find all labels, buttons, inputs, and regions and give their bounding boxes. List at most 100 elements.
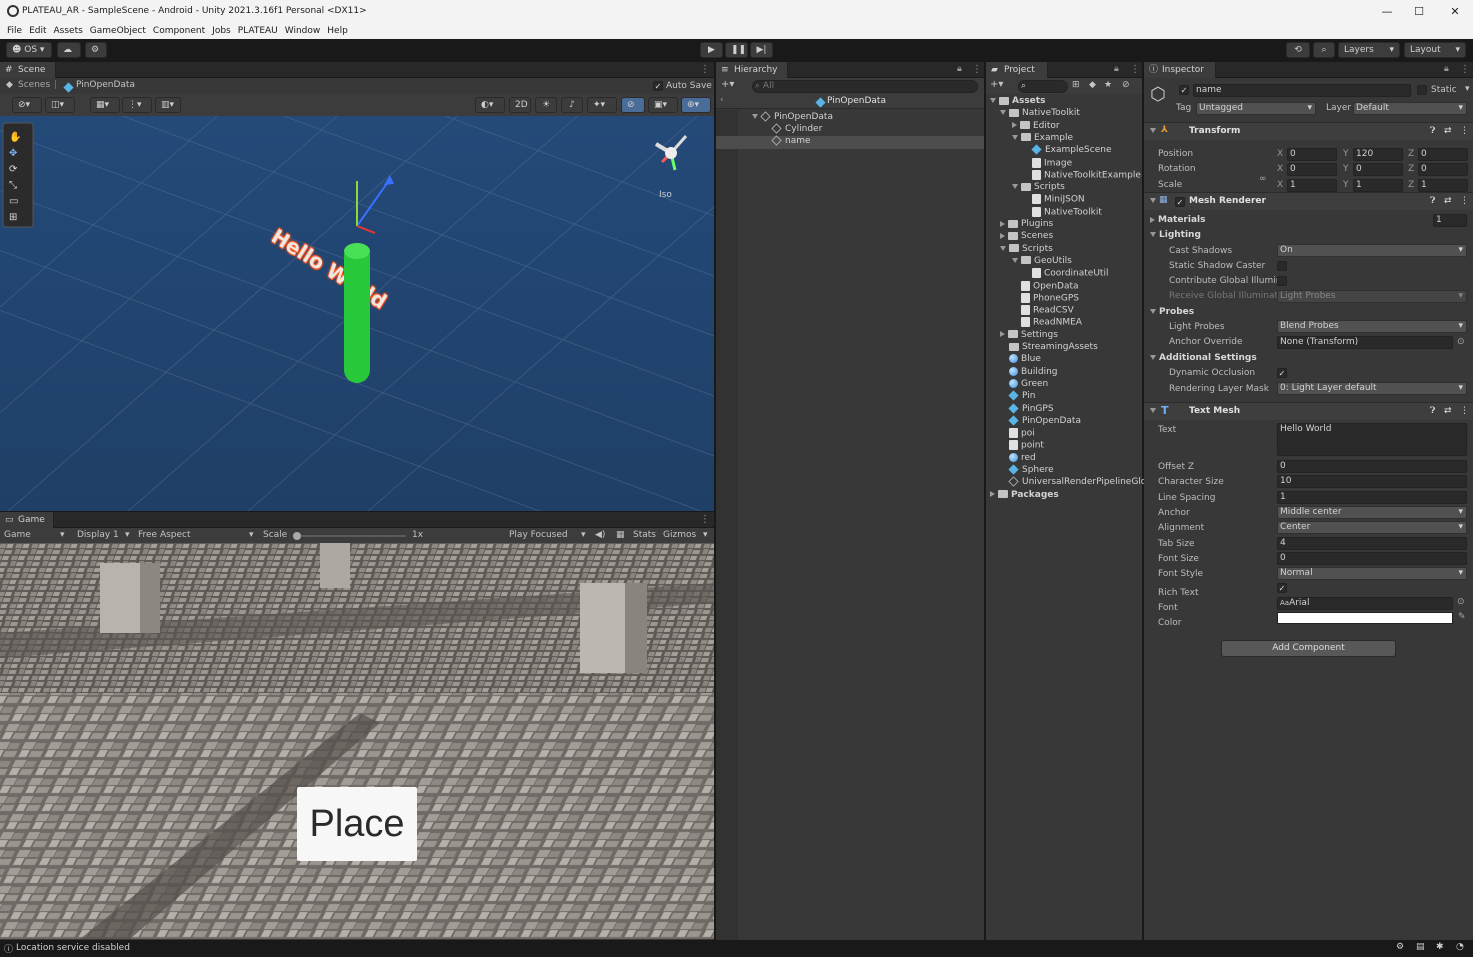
project-item[interactable]: point — [1000, 440, 1044, 451]
text-input[interactable]: Hello World — [1277, 423, 1467, 456]
cloud-icon[interactable]: ☁ — [57, 42, 81, 58]
object-name-input[interactable]: name — [1193, 84, 1411, 97]
font-picker-icon[interactable]: ⊙ — [1457, 597, 1465, 607]
project-more-icon[interactable]: ⋮ — [1130, 64, 1140, 75]
play-button[interactable]: ▶ — [700, 42, 723, 58]
place-button[interactable]: Place — [297, 787, 417, 861]
cylinder-object[interactable] — [330, 171, 410, 391]
dynamic-occlusion-checkbox[interactable]: ✓ — [1277, 368, 1287, 378]
hierarchy-more-icon[interactable]: ⋮ — [972, 64, 982, 75]
project-item[interactable]: Image — [1023, 157, 1072, 168]
tag-dropdown[interactable]: Untagged ▾ — [1196, 102, 1316, 115]
menu-help[interactable]: Help — [327, 24, 348, 39]
axis-label[interactable]: X — [1277, 164, 1283, 174]
project-add-icon[interactable]: +▾ — [990, 79, 1003, 90]
project-item[interactable]: Sphere — [1000, 464, 1054, 475]
scale-field[interactable]: 1 — [1353, 179, 1403, 192]
line-spacing-field[interactable]: 1 — [1277, 490, 1467, 504]
vsync-icon[interactable]: ▦ — [616, 530, 625, 540]
position-field[interactable]: 0 — [1287, 148, 1337, 161]
tab-size-field[interactable]: 4 — [1277, 536, 1467, 550]
lighting-icon[interactable]: ☀ — [535, 97, 557, 113]
project-item[interactable]: Building — [1000, 366, 1058, 377]
static-shadow-checkbox[interactable] — [1277, 261, 1287, 271]
menu-assets[interactable]: Assets — [54, 24, 83, 39]
mesh-more-icon[interactable]: ⋮ — [1460, 196, 1469, 206]
progress-icon[interactable]: ◔ — [1456, 942, 1464, 952]
contribute-gi-checkbox[interactable] — [1277, 276, 1287, 286]
project-item[interactable]: OpenData — [1012, 280, 1079, 291]
hierarchy-item-cylinder[interactable]: Cylinder — [771, 123, 822, 134]
rotation-field[interactable]: 0 — [1418, 163, 1468, 176]
rotation-field[interactable]: 0 — [1287, 163, 1337, 176]
rich-text-checkbox[interactable]: ✓ — [1277, 583, 1287, 593]
network-icon[interactable]: ⚙ — [1396, 942, 1404, 952]
more-icon[interactable]: ⋮ — [700, 64, 710, 75]
menu-jobs[interactable]: Jobs — [212, 24, 231, 39]
tab-game[interactable]: ▭ Game — [0, 512, 54, 528]
cast-shadows-dropdown[interactable]: On ▾ — [1277, 244, 1467, 257]
project-item[interactable]: NativeToolkit — [1000, 108, 1080, 118]
scene-orientation-gizmo[interactable] — [648, 130, 694, 176]
tab-scene[interactable]: # Scene — [0, 62, 56, 78]
preset-icon[interactable]: ⇄ — [1444, 126, 1452, 136]
project-item[interactable]: Assets — [990, 96, 1045, 106]
step-button[interactable]: ▶| — [750, 42, 773, 58]
font-size-field[interactable]: 0 — [1277, 551, 1467, 565]
project-item[interactable]: Blue — [1000, 354, 1041, 364]
additional-settings-foldout[interactable]: Additional Settings — [1150, 353, 1257, 363]
menu-file[interactable]: File — [7, 24, 22, 39]
move-tool-icon[interactable]: ✥ — [9, 146, 21, 162]
color-swatch[interactable] — [1277, 612, 1453, 624]
project-item[interactable]: CoordinateUtil — [1023, 268, 1108, 279]
text-mesh-header[interactable]: T Text Mesh ❓︎ ⇄ ⋮ — [1144, 402, 1473, 420]
project-item[interactable]: Green — [1000, 378, 1048, 389]
draw-mode-icon[interactable]: ⊘▾ — [12, 97, 42, 113]
hierarchy-item-name[interactable]: name — [716, 135, 984, 149]
alignment-dropdown[interactable]: Center ▾ — [1277, 521, 1467, 535]
project-item[interactable]: UniversalRenderPipelineGlo — [1000, 476, 1146, 487]
cache-icon[interactable]: ▤ — [1416, 942, 1425, 952]
layers-dropdown[interactable]: Layers ▾ — [1338, 42, 1400, 58]
mute-audio-icon[interactable]: ◀) — [595, 530, 605, 540]
filter-type-icon[interactable]: ⊞ — [1072, 80, 1080, 90]
axis-label[interactable]: Y — [1343, 180, 1349, 190]
maximize-button[interactable]: ☐ — [1404, 3, 1434, 21]
project-item[interactable]: StreamingAssets — [1000, 342, 1098, 352]
materials-foldout[interactable]: Materials — [1150, 215, 1205, 225]
game-more-icon[interactable]: ⋮ — [700, 514, 710, 525]
camera-icon[interactable]: ▣▾ — [648, 97, 678, 113]
project-item[interactable]: ExampleScene — [1023, 144, 1112, 155]
axis-label[interactable]: X — [1277, 180, 1283, 190]
axis-label[interactable]: Z — [1408, 164, 1414, 174]
font-field[interactable]: AaArial — [1277, 597, 1453, 610]
project-item[interactable]: PinGPS — [1000, 402, 1054, 414]
help-icon[interactable]: ❓︎ — [1430, 126, 1435, 136]
project-item[interactable]: PinOpenData — [1000, 415, 1081, 426]
collab-icon[interactable]: ⚙ — [85, 42, 107, 58]
rotate-tool-icon[interactable]: ⟳ — [9, 162, 21, 178]
rect-tool-icon[interactable]: ▭ — [9, 194, 21, 210]
object-picker-icon[interactable]: ⊙ — [1457, 337, 1465, 347]
eyedropper-icon[interactable]: ✎ — [1458, 612, 1466, 622]
probes-foldout[interactable]: Probes — [1150, 307, 1194, 317]
project-item[interactable]: red — [1000, 452, 1036, 463]
project-item[interactable]: Settings — [1000, 330, 1058, 340]
anchor-dropdown[interactable]: Middle center ▾ — [1277, 505, 1467, 519]
effects-icon[interactable]: ✦▾ — [587, 97, 617, 113]
tab-inspector[interactable]: ⓘ Inspector — [1144, 62, 1216, 78]
position-field[interactable]: 120 — [1353, 148, 1403, 161]
active-checkbox[interactable]: ✓ — [1179, 85, 1189, 95]
component-more-icon[interactable]: ⋮ — [1460, 126, 1469, 136]
audio-icon[interactable]: ♪ — [561, 97, 583, 113]
project-search-input[interactable]: ⌕ — [1018, 80, 1068, 93]
project-item[interactable]: ReadNMEA — [1012, 317, 1082, 328]
game-viewport[interactable]: Place — [0, 543, 714, 939]
breadcrumb-scenes[interactable]: Scenes — [18, 80, 50, 90]
favorite-icon[interactable]: ★ — [1104, 80, 1112, 90]
grid-snap-icon[interactable]: ▦▾ — [90, 97, 120, 113]
add-component-button[interactable]: Add Component — [1221, 640, 1396, 657]
grid-icon[interactable]: ▥▾ — [155, 97, 181, 113]
menu-component[interactable]: Component — [153, 24, 205, 39]
gizmos-icon[interactable]: ⊕▾ — [681, 97, 711, 113]
